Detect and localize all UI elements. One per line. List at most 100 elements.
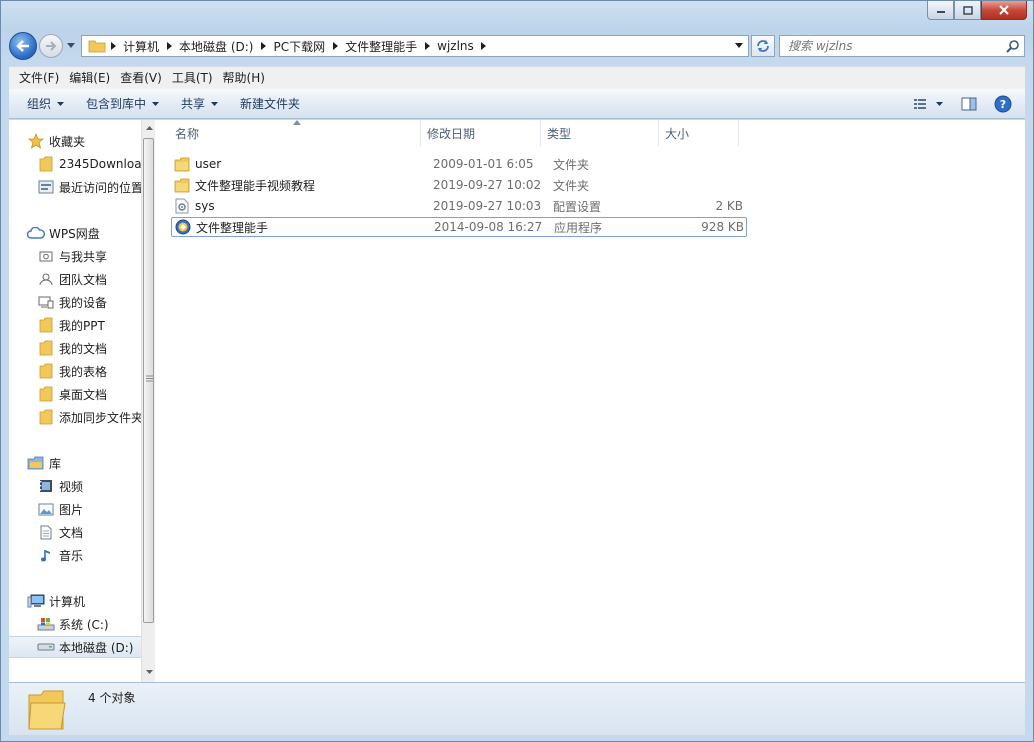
recent-places-icon (37, 179, 55, 195)
help-button[interactable]: ? (991, 93, 1015, 115)
folder-icon (28, 690, 66, 730)
menu-edit[interactable]: 编辑(E) (64, 69, 115, 88)
breadcrumb-app-folder[interactable]: 文件整理能手 (342, 38, 420, 55)
recent-pages-dropdown[interactable] (65, 43, 77, 49)
file-row-video-tutorial[interactable]: 文件整理能手视频教程 2019-09-27 10:02 文件夹 (171, 175, 747, 195)
chevron-down-icon (57, 101, 65, 106)
minimize-button[interactable] (927, 1, 954, 20)
nav-item-recent-places[interactable]: 最近访问的位置 (9, 176, 141, 198)
close-icon (999, 5, 1009, 15)
breadcrumb-separator-icon[interactable] (106, 42, 120, 50)
nav-libraries[interactable]: 库 (9, 452, 61, 474)
new-folder-button[interactable]: 新建文件夹 (232, 93, 308, 115)
organize-button[interactable]: 组织 (19, 93, 72, 115)
scroll-thumb[interactable] (143, 138, 154, 623)
column-date-label: 修改日期 (427, 126, 476, 141)
nav-item-documents[interactable]: 文档 (9, 521, 83, 543)
nav-item-label: 图片 (59, 502, 84, 517)
search-icon[interactable] (1006, 39, 1020, 53)
file-name: user (195, 157, 222, 171)
breadcrumb-separator-icon[interactable] (328, 42, 342, 50)
user-icon (37, 271, 55, 287)
nav-item-music[interactable]: 音乐 (9, 544, 83, 566)
nav-favorites-label: 收藏夹 (49, 134, 86, 149)
nav-item-videos[interactable]: 视频 (9, 475, 83, 497)
column-type[interactable]: 类型 (541, 120, 659, 146)
close-button[interactable] (981, 1, 1027, 20)
sort-ascending-icon (293, 120, 301, 125)
breadcrumb-computer[interactable]: 计算机 (120, 38, 162, 55)
navigation-scrollbar[interactable] (141, 120, 155, 682)
scroll-down-button[interactable] (142, 664, 156, 680)
svg-text:?: ? (1000, 98, 1006, 111)
breadcrumb-current[interactable]: wjzlns (434, 39, 477, 53)
address-bar[interactable]: 计算机 本地磁盘 (D:) PC下载网 文件整理能手 wjzlns (81, 35, 749, 57)
nav-item-add-sync-folder[interactable]: 添加同步文件夹 (9, 406, 141, 428)
column-name-label: 名称 (175, 126, 200, 141)
nav-item-label: 2345Downloa (59, 157, 141, 171)
folder-icon (37, 317, 55, 333)
help-icon: ? (994, 95, 1012, 113)
scroll-up-button[interactable] (142, 120, 156, 136)
breadcrumb-separator-icon[interactable] (420, 42, 434, 50)
breadcrumb-separator-icon[interactable] (256, 42, 270, 50)
menu-view[interactable]: 查看(V) (115, 69, 167, 88)
column-size[interactable]: 大小 (659, 120, 739, 146)
search-input[interactable] (788, 39, 978, 53)
folder-icon (88, 40, 106, 53)
address-history-dropdown[interactable] (732, 39, 746, 53)
nav-item-label: 与我共享 (59, 249, 108, 264)
preview-pane-button[interactable] (957, 93, 981, 115)
column-name[interactable]: 名称 (159, 120, 421, 146)
breadcrumb: 计算机 本地磁盘 (D:) PC下载网 文件整理能手 wjzlns (106, 36, 491, 56)
share-button[interactable]: 共享 (173, 93, 226, 115)
view-details-icon (914, 99, 943, 109)
file-row-app[interactable]: 文件整理能手 2014-09-08 16:27 应用程序 928 KB (171, 217, 747, 237)
menu-tools[interactable]: 工具(T) (167, 69, 218, 88)
share-label: 共享 (181, 97, 206, 111)
document-icon (37, 524, 55, 540)
file-row-user[interactable]: user 2009-01-01 6:05 文件夹 (171, 154, 747, 174)
nav-item-team-docs[interactable]: 团队文档 (9, 268, 107, 290)
column-date-modified[interactable]: 修改日期 (421, 120, 541, 146)
nav-item-desktop-docs[interactable]: 桌面文档 (9, 383, 107, 405)
forward-button[interactable] (39, 34, 63, 58)
change-view-button[interactable] (911, 93, 947, 115)
nav-item-shared-with-me[interactable]: 与我共享 (9, 245, 107, 267)
search-box[interactable] (779, 35, 1025, 57)
camera-icon (37, 248, 55, 264)
nav-item-pictures[interactable]: 图片 (9, 498, 83, 520)
music-note-icon (37, 547, 55, 563)
column-header: 名称 修改日期 类型 大小 (159, 120, 739, 146)
menu-file[interactable]: 文件(F) (14, 69, 64, 88)
breadcrumb-separator-icon[interactable] (477, 42, 491, 50)
breadcrumb-drive-d[interactable]: 本地磁盘 (D:) (176, 38, 256, 55)
navigation-pane: 收藏夹 2345Downloa 最近访问的位置 WPS网盘 与我共享 团队文档 … (9, 120, 141, 682)
nav-wps-cloud[interactable]: WPS网盘 (9, 222, 100, 244)
menu-help[interactable]: 帮助(H) (218, 69, 270, 88)
nav-item-my-sheets[interactable]: 我的表格 (9, 360, 107, 382)
chevron-down-icon (211, 101, 219, 106)
nav-item-2345downloads[interactable]: 2345Downloa (9, 153, 141, 175)
back-button[interactable] (9, 32, 37, 60)
nav-item-label: 我的设备 (59, 295, 108, 310)
navigation-bar: 计算机 本地磁盘 (D:) PC下载网 文件整理能手 wjzlns (9, 31, 1025, 61)
nav-item-my-ppt[interactable]: 我的PPT (9, 314, 105, 336)
nav-favorites[interactable]: 收藏夹 (9, 130, 85, 152)
refresh-button[interactable] (751, 35, 775, 57)
nav-computer[interactable]: 计算机 (9, 590, 85, 612)
nav-item-drive-d[interactable]: 本地磁盘 (D:) (9, 636, 141, 658)
breadcrumb-separator-icon[interactable] (162, 42, 176, 50)
breadcrumb-pc-download[interactable]: PC下载网 (270, 38, 328, 55)
file-row-sys[interactable]: sys 2019-09-27 10:03 配置设置 2 KB (171, 196, 747, 216)
nav-item-my-documents[interactable]: 我的文档 (9, 337, 107, 359)
file-type: 文件夹 (553, 178, 590, 193)
minimize-icon (936, 11, 945, 13)
nav-item-drive-c[interactable]: 系统 (C:) (9, 613, 109, 635)
main-content: 收藏夹 2345Downloa 最近访问的位置 WPS网盘 与我共享 团队文档 … (9, 120, 1025, 682)
library-icon (27, 455, 45, 471)
nav-item-my-devices[interactable]: 我的设备 (9, 291, 107, 313)
chevron-down-icon (152, 101, 160, 106)
maximize-button[interactable] (954, 1, 981, 20)
include-in-library-button[interactable]: 包含到库中 (78, 93, 167, 115)
